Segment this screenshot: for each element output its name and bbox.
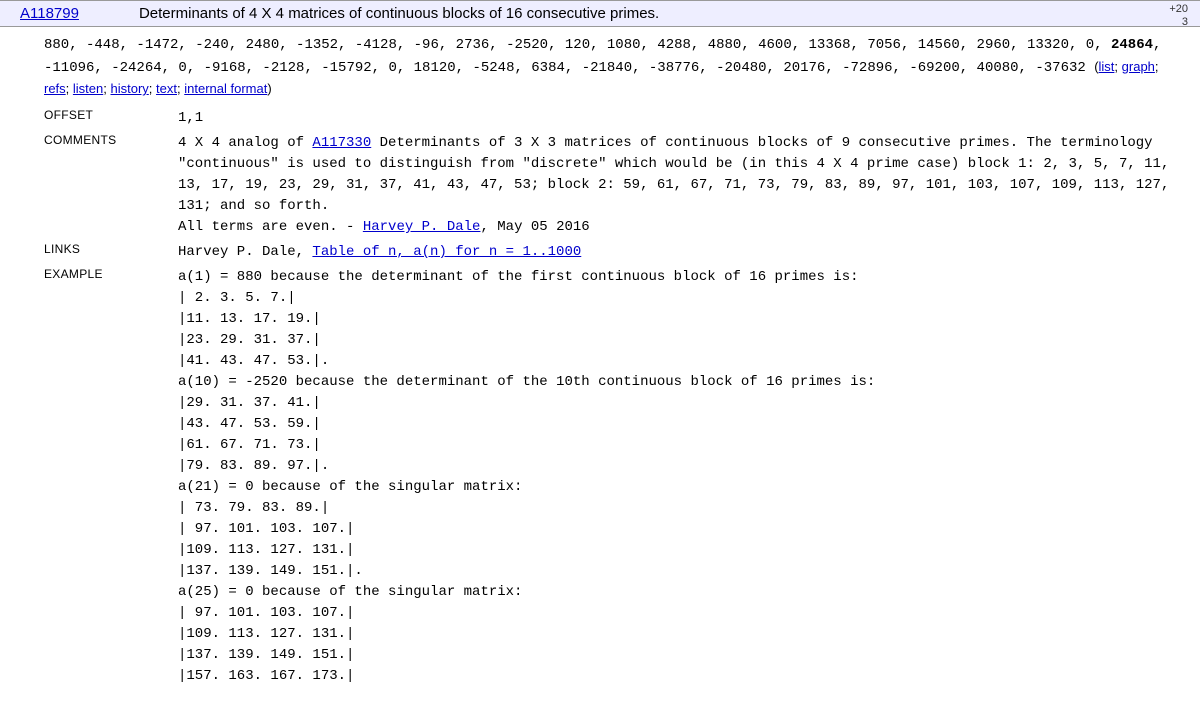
ref-A117330[interactable]: A117330 (312, 135, 371, 151)
link-text[interactable]: text (156, 81, 177, 96)
example-label: EXAMPLE (44, 265, 178, 689)
example-line: |137. 139. 149. 151.| (178, 645, 1180, 666)
example-line: |109. 113. 127. 131.| (178, 624, 1180, 645)
example-line: |11. 13. 17. 19.| (178, 309, 1180, 330)
example-line: |61. 67. 71. 73.| (178, 435, 1180, 456)
example-line: | 2. 3. 5. 7.| (178, 288, 1180, 309)
vote-count: 3 (1169, 16, 1188, 29)
example-line: |109. 113. 127. 131.| (178, 540, 1180, 561)
offset-row: OFFSET 1,1 (44, 106, 1180, 131)
comments-body: 4 X 4 analog of A117330 Determinants of … (178, 131, 1180, 240)
example-body: a(1) = 880 because the determinant of th… (178, 265, 1180, 689)
example-line: a(21) = 0 because of the singular matrix… (178, 477, 1180, 498)
content-area: 880, -448, -1472, -240, 2480, -1352, -41… (0, 27, 1200, 697)
example-line: |137. 139. 149. 151.|. (178, 561, 1180, 582)
links-label: LINKS (44, 240, 178, 265)
links-body: Harvey P. Dale, Table of n, a(n) for n =… (178, 240, 1180, 265)
author-link[interactable]: Harvey P. Dale (363, 219, 481, 235)
offset-label: OFFSET (44, 106, 178, 131)
example-line: |157. 163. 167. 173.| (178, 666, 1180, 687)
sequence-id-link[interactable]: A118799 (20, 5, 79, 22)
example-line: | 97. 101. 103. 107.| (178, 519, 1180, 540)
vote-plus[interactable]: +20 (1169, 3, 1188, 16)
vote-box: +20 3 (1169, 3, 1188, 29)
sequence-header: A118799 Determinants of 4 X 4 matrices o… (0, 0, 1200, 27)
example-line: |29. 31. 37. 41.| (178, 393, 1180, 414)
link-refs[interactable]: refs (44, 81, 66, 96)
link-graph[interactable]: graph (1122, 59, 1155, 74)
links-row: LINKS Harvey P. Dale, Table of n, a(n) f… (44, 240, 1180, 265)
link-internal-format[interactable]: internal format (184, 81, 267, 96)
sequence-terms: 880, -448, -1472, -240, 2480, -1352, -41… (44, 35, 1180, 102)
example-line: | 97. 101. 103. 107.| (178, 603, 1180, 624)
seq-bold-term: 24864 (1111, 37, 1153, 53)
sections-table: OFFSET 1,1 COMMENTS 4 X 4 analog of A117… (44, 106, 1180, 689)
seq-part1: 880, -448, -1472, -240, 2480, -1352, -41… (44, 37, 1111, 53)
example-line: |41. 43. 47. 53.|. (178, 351, 1180, 372)
example-row: EXAMPLE a(1) = 880 because the determina… (44, 265, 1180, 689)
sequence-title: Determinants of 4 X 4 matrices of contin… (139, 5, 1190, 22)
link-listen[interactable]: listen (73, 81, 103, 96)
example-line: a(10) = -2520 because the determinant of… (178, 372, 1180, 393)
example-line: |43. 47. 53. 59.| (178, 414, 1180, 435)
example-line: a(25) = 0 because of the singular matrix… (178, 582, 1180, 603)
comments-label: COMMENTS (44, 131, 178, 240)
example-line: a(1) = 880 because the determinant of th… (178, 267, 1180, 288)
example-line: |23. 29. 31. 37.| (178, 330, 1180, 351)
link-list[interactable]: list (1099, 59, 1115, 74)
example-line: | 73. 79. 83. 89.| (178, 498, 1180, 519)
example-line: |79. 83. 89. 97.|. (178, 456, 1180, 477)
bfile-link[interactable]: Table of n, a(n) for n = 1..1000 (312, 244, 581, 260)
link-history[interactable]: history (111, 81, 149, 96)
offset-value: 1,1 (178, 106, 1180, 131)
comments-row: COMMENTS 4 X 4 analog of A117330 Determi… (44, 131, 1180, 240)
